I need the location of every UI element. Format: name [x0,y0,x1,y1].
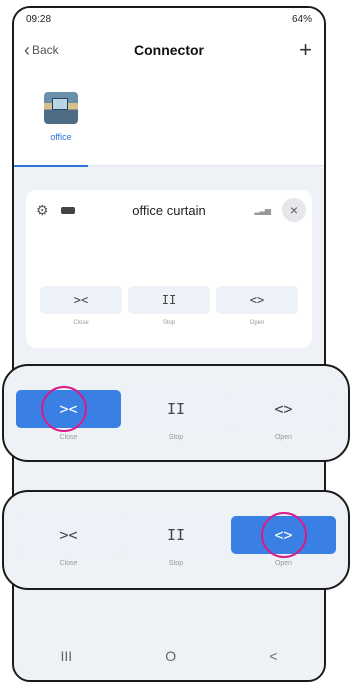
back-label: Back [32,43,59,57]
app-header: ‹ Back Connector + office [14,30,324,167]
signal-icon: ▂▃▅ [254,205,272,215]
close-label: Close [59,560,78,567]
android-nav-bar: III O < [14,632,324,680]
status-bar: 09:28 64% [14,8,324,30]
room-tab-office[interactable]: office [34,92,88,142]
open-curtain-button[interactable]: <> [231,390,336,428]
open-label: Open [249,320,265,326]
nav-bar: ‹ Back Connector + [14,30,324,70]
page-title: Connector [134,42,204,58]
callout-control-open: <> Open [231,390,336,441]
device-card-header: ⚙ office curtain ▂▃▅ × [26,190,312,230]
room-tab-indicator [14,165,88,167]
battery-icon [60,206,75,214]
open-curtain-button[interactable]: <> [216,286,298,314]
stop-curtain-button[interactable]: II [123,390,229,428]
device-card: ⚙ office curtain ▂▃▅ × >< Close II Stop … [26,190,312,348]
highlight-ring [261,512,307,558]
device-controls: >< Close II Stop <> Open [40,286,298,326]
close-label: Close [73,320,89,326]
stop-curtain-button[interactable]: II [128,286,210,314]
room-thumbnail [44,92,78,124]
close-curtain-button[interactable]: >< [16,516,121,554]
close-curtain-button[interactable]: >< [40,286,122,314]
callout-control-stop: II Stop [123,516,229,567]
control-close: >< Close [40,286,122,326]
open-label: Open [274,560,293,567]
callout-close-pressed: >< Close II Stop <> Open [2,364,350,462]
stop-curtain-button[interactable]: II [123,516,229,554]
highlight-ring [41,386,87,432]
callout-control-stop: II Stop [123,390,229,441]
close-icon[interactable]: × [282,198,306,222]
callout-open-pressed: >< Close II Stop <> Open [2,490,350,590]
system-back-icon[interactable]: < [269,648,277,664]
stop-label: Stop [162,320,176,326]
status-battery: 64% [291,13,312,25]
room-label: office [50,132,72,142]
gear-icon[interactable]: ⚙ [36,202,49,219]
control-open: <> Open [216,286,298,326]
stop-label: Stop [168,560,184,567]
open-label: Open [274,434,293,441]
status-time: 09:28 [26,13,52,25]
chevron-left-icon: ‹ [24,40,30,60]
home-icon[interactable]: O [165,648,176,664]
callout-control-close: >< Close [16,516,121,567]
stop-label: Stop [168,434,184,441]
add-button[interactable]: + [299,39,312,61]
back-button[interactable]: ‹ Back [24,41,59,59]
recents-icon[interactable]: III [61,648,73,664]
control-stop: II Stop [128,286,210,326]
close-label: Close [59,434,78,441]
